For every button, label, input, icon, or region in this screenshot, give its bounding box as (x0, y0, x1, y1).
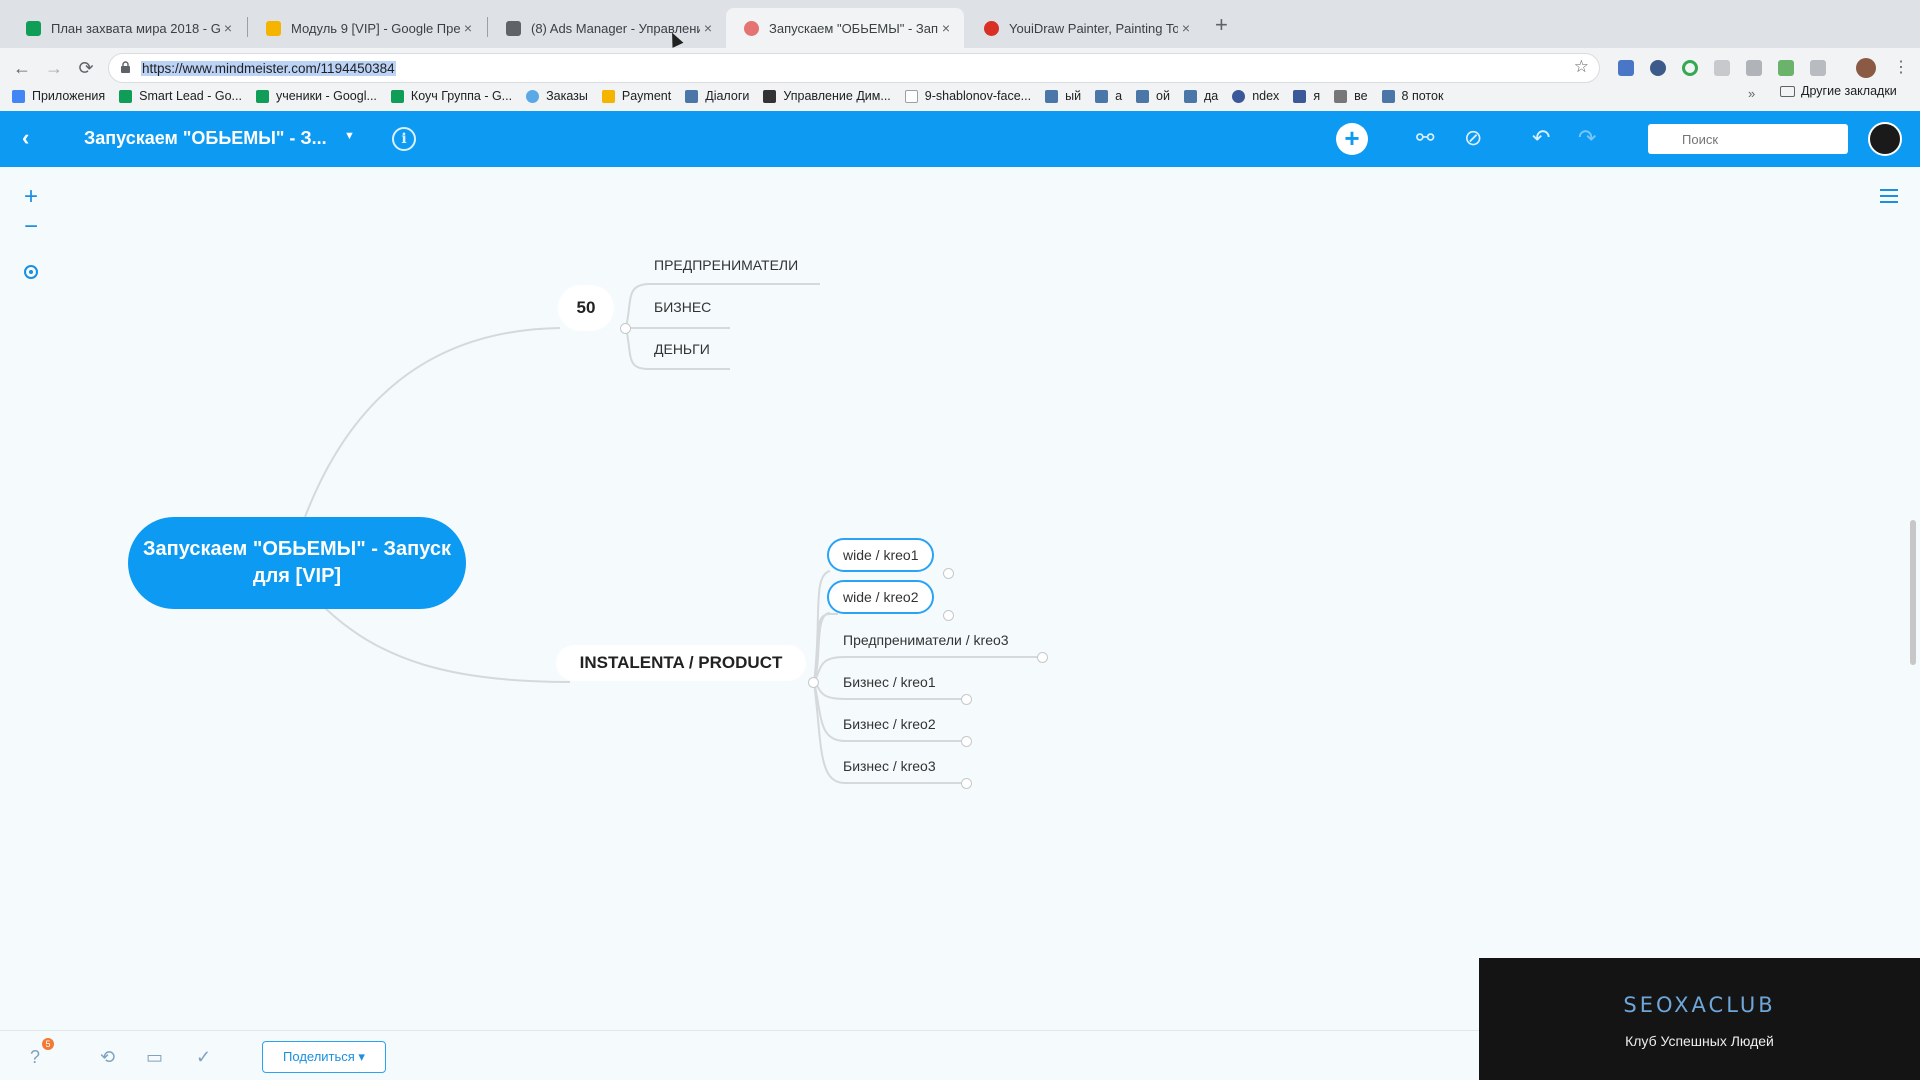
task-check-icon[interactable]: ✓ (196, 1047, 211, 1068)
add-child-handle[interactable] (961, 736, 972, 747)
watermark-box: SEOXACLUB Клуб Успешных Людей (1479, 958, 1920, 1080)
add-child-handle[interactable] (943, 568, 954, 579)
root-topic[interactable]: Запускаем "ОБЬЕМЫ" - Запуск для [VIP] (128, 517, 466, 609)
add-child-handle[interactable] (961, 694, 972, 705)
topic-instalenta-product[interactable]: INSTALENTA / PRODUCT (556, 645, 806, 681)
subtopic-predprinimateli[interactable]: ПРЕДПРЕНИМАТЕЛИ (654, 257, 798, 273)
subtopic-wide-kreo2[interactable]: wide / kreo2 (827, 580, 935, 614)
collapse-handle[interactable] (620, 323, 631, 334)
subtopic-biznes-kreo2[interactable]: Бизнес / kreo2 (843, 716, 936, 732)
watermark-tagline: Клуб Успешных Людей (1625, 1033, 1774, 1049)
subtopic-predprinimateli-kreo3[interactable]: Предпрениматели / kreo3 (843, 632, 1009, 648)
collapse-handle[interactable] (808, 677, 819, 688)
share-button[interactable]: Поделиться ▾ (262, 1041, 386, 1073)
topic-50[interactable]: 50 (558, 285, 614, 331)
subtopic-wide-kreo1[interactable]: wide / kreo1 (827, 538, 935, 572)
add-child-handle[interactable] (943, 610, 954, 621)
history-icon[interactable]: ⟲ (100, 1047, 115, 1068)
add-child-handle[interactable] (961, 778, 972, 789)
add-child-handle[interactable] (1037, 652, 1048, 663)
help-icon[interactable]: ? (30, 1047, 40, 1068)
subtopic-dengi[interactable]: ДЕНЬГИ (654, 341, 710, 357)
presentation-icon[interactable]: ▭ (146, 1047, 163, 1068)
subtopic-biznes-kreo1[interactable]: Бизнес / kreo1 (843, 674, 936, 690)
watermark-brand: SEOXACLUB (1623, 993, 1776, 1017)
subtopic-biznes[interactable]: БИЗНЕС (654, 299, 711, 315)
subtopic-biznes-kreo3[interactable]: Бизнес / kreo3 (843, 758, 936, 774)
notification-badge: 5 (42, 1038, 54, 1050)
